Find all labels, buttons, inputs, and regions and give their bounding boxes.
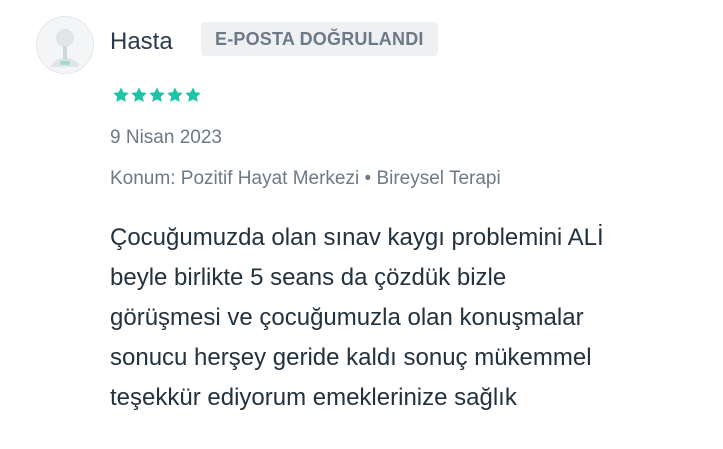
- star-icon: [185, 87, 201, 103]
- review-date: 9 Nisan 2023: [110, 127, 222, 148]
- review-text-line: sonucu herşey geride kaldı sonuç mükemme…: [110, 344, 592, 371]
- star-rating: [112, 86, 202, 104]
- review-text: Çocuğumuzda olan sınav kaygı problemini …: [110, 218, 700, 418]
- star-icon: [167, 87, 183, 103]
- review-text-line: Çocuğumuzda olan sınav kaygı problemini …: [110, 224, 604, 251]
- star-icon: [113, 87, 129, 103]
- meta-separator: •: [364, 168, 372, 189]
- review-text-line: görüşmesi ve çocuğumuzla olan konuşmalar: [110, 304, 584, 331]
- user-avatar-icon: [36, 16, 94, 74]
- review-text-line: beyle birlikte 5 seans da çözdük bizle: [110, 264, 507, 291]
- star-icon: [149, 87, 165, 103]
- verified-badge: E-POSTA DOĞRULANDI: [201, 22, 438, 56]
- star-icon: [131, 87, 147, 103]
- author-name: Hasta: [110, 28, 173, 55]
- review-text-line: teşekkür ediyorum emeklerinize sağlık: [110, 384, 517, 411]
- review-card: Hasta E-POSTA DOĞRULANDI 9 Nisan 2023 Ko…: [0, 0, 723, 449]
- review-meta: Konum: Pozitif Hayat Merkezi • Bireysel …: [110, 166, 501, 192]
- service-name: Bireysel Terapi: [376, 168, 501, 189]
- location-value: Pozitif Hayat Merkezi: [180, 168, 360, 189]
- location-label: Konum:: [110, 168, 176, 189]
